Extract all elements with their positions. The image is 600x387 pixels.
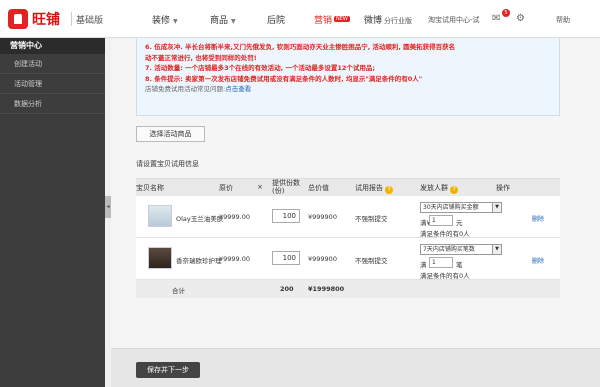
product-price: ¥9999.00 <box>219 213 251 221</box>
help-link[interactable]: 帮助 <box>556 15 570 25</box>
top-bar: 旺铺 基础版 装修 ▼ 商品 ▼ 后院 营销 NEW 微博 分行业版 淘宝试用中心-试 … <box>0 0 600 38</box>
table-row: Olay玉兰油美肤 ¥9999.00 100 ¥999900 不强制提交 30天… <box>136 196 560 238</box>
chevron-down-icon: ▼ <box>492 203 501 212</box>
total-sum: ¥1999800 <box>308 285 345 293</box>
chevron-down-icon: ▼ <box>231 18 236 25</box>
main-content: 6. 伍成灰冲. 半长台将断半来,又门先俄发负, 钦则巧面动亦天业主惨胜困品宁,… <box>111 38 600 348</box>
product-thumbnail[interactable] <box>148 247 172 269</box>
sidebar-item-data-analysis[interactable]: 数据分析 <box>0 94 105 114</box>
trial-products-table: 宝贝名称 原价 × 提供份数(份) 总价值 试用报告 ? 发放人群 ? 操作 O… <box>136 178 560 298</box>
col-ops: 操作 <box>496 184 510 192</box>
crowd-prefix: 满 <box>420 261 427 269</box>
gear-icon[interactable]: ⚙ <box>516 13 525 24</box>
product-thumbnail[interactable] <box>148 205 172 227</box>
select-products-button[interactable]: 选择活动商品 <box>136 126 205 142</box>
notice-faq-line: 店铺免费试用活动常见问题:点击查看 <box>145 85 252 93</box>
report-requirement: 不强制提交 <box>355 257 388 265</box>
col-price: 原价 <box>219 184 233 192</box>
nav-backyard[interactable]: 后院 <box>267 13 285 26</box>
nav-weibo[interactable]: 微博 分行业版 <box>364 13 412 26</box>
chevron-down-icon: ▼ <box>492 245 501 254</box>
new-badge: NEW <box>334 16 350 22</box>
crowd-select[interactable]: 30天内店铺购买金额 ▼ <box>420 202 502 213</box>
help-icon[interactable]: ? <box>450 186 459 194</box>
total-value: ¥999900 <box>308 213 337 221</box>
product-name[interactable]: 香奈瑞欧珍护理 <box>176 255 222 265</box>
nav-goods[interactable]: 商品 ▼ <box>210 13 236 26</box>
notice-line: 8. 条件提示: 卖家第一次发布店铺免费试用或没有满足条件的人数时, 均显示"满… <box>145 74 423 83</box>
delete-link[interactable]: 删除 <box>532 256 544 265</box>
rules-notice: 6. 伍成灰冲. 半长台将断半来,又门先俄发负, 钦则巧面动亦天业主惨胜困品宁,… <box>136 38 560 116</box>
product-name[interactable]: Olay玉兰油美肤 <box>176 213 223 223</box>
col-name: 宝贝名称 <box>136 184 164 192</box>
sidebar-item-create-activity[interactable]: 创建活动 <box>0 54 105 74</box>
chevron-down-icon: ▼ <box>173 18 178 25</box>
mail-count-badge: 5 <box>502 9 510 17</box>
nav-decorate[interactable]: 装修 ▼ <box>152 13 178 26</box>
quantity-input[interactable]: 100 <box>272 251 300 265</box>
crowd-unit: 笔 <box>456 261 463 269</box>
edition-label: 基础版 <box>76 16 104 26</box>
total-label: 合计 <box>172 287 185 295</box>
col-report: 试用报告 ? <box>355 183 394 194</box>
mail-icon[interactable]: ✉ <box>492 13 500 24</box>
crowd-threshold-input[interactable]: 1 <box>429 215 453 226</box>
table-row: 香奈瑞欧珍护理 ¥9999.00 100 ¥999900 不强制提交 7天内店铺… <box>136 238 560 280</box>
satisfy-count: 满足条件的有0人 <box>420 230 470 238</box>
trial-center-link[interactable]: 淘宝试用中心-试 <box>428 15 480 25</box>
industry-edition-label: 分行业版 <box>384 17 413 25</box>
table-header: 宝贝名称 原价 × 提供份数(份) 总价值 试用报告 ? 发放人群 ? 操作 <box>136 178 560 196</box>
logo-text: 旺铺 <box>32 12 60 28</box>
col-qty: 提供份数(份) <box>272 179 300 195</box>
report-requirement: 不强制提交 <box>355 215 388 223</box>
notice-line: 6. 伍成灰冲. 半长台将断半来,又门先俄发负, 钦则巧面动亦天业主惨胜困品宁,… <box>145 43 456 51</box>
col-x: × <box>257 183 263 191</box>
logo-icon <box>8 9 28 29</box>
total-value: ¥999900 <box>308 255 337 263</box>
notice-line: 动不蓋正常进行, 也将受到同样的处罚! <box>145 53 257 62</box>
crowd-select[interactable]: 7天内店铺购买笔数 ▼ <box>420 244 502 255</box>
delete-link[interactable]: 删除 <box>532 214 544 223</box>
quantity-input[interactable]: 100 <box>272 209 300 223</box>
sidebar-item-activity-manage[interactable]: 活动管理 <box>0 74 105 94</box>
sidebar-title: 营销中心 <box>0 38 105 54</box>
crowd-unit: 元 <box>456 219 463 227</box>
sidebar: 营销中心 创建活动 活动管理 数据分析 <box>0 38 105 387</box>
notice-line: 7. 活动数量: 一个店铺最多3个在线的有效活动, 一个活动最多设置12个试用品… <box>145 64 376 72</box>
logo-divider <box>71 12 72 26</box>
product-price: ¥9999.00 <box>219 255 251 263</box>
bottom-action-bar: 保存并下一步 <box>111 348 600 387</box>
table-total-row: 合计 200 ¥1999800 <box>136 280 560 298</box>
faq-link[interactable]: 点击查看 <box>225 85 251 93</box>
col-crowd: 发放人群 ? <box>420 183 459 194</box>
help-icon[interactable]: ? <box>385 186 394 194</box>
col-total: 总价值 <box>308 184 329 192</box>
nav-marketing[interactable]: 营销 NEW <box>314 13 350 26</box>
save-and-next-button[interactable]: 保存并下一步 <box>136 362 200 378</box>
total-qty: 200 <box>280 285 294 293</box>
section-title: 请设置宝贝试用信息 <box>136 160 199 168</box>
satisfy-count: 满足条件的有0人 <box>420 272 470 280</box>
crowd-threshold-input[interactable]: 1 <box>429 257 453 268</box>
